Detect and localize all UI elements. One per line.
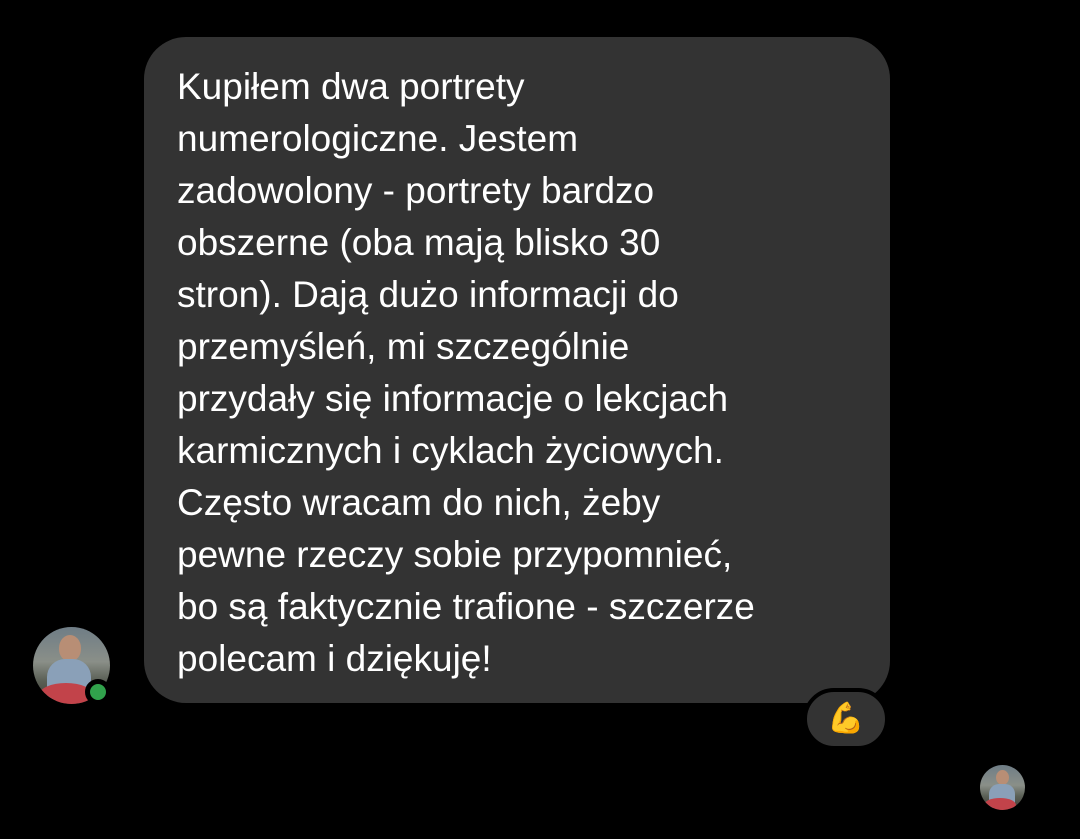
message-bubble[interactable]: Kupiłem dwa portrety numerologiczne. Jes… [144, 37, 890, 703]
online-status-indicator [85, 679, 111, 705]
message-text: Kupiłem dwa portrety numerologiczne. Jes… [177, 66, 755, 679]
flexed-biceps-icon: 💪 [827, 701, 865, 736]
seen-by-avatar [980, 765, 1025, 810]
reaction-badge[interactable]: 💪 [803, 688, 889, 750]
seen-avatar-lap-shape [984, 798, 1016, 810]
sender-avatar[interactable] [33, 627, 111, 705]
avatar-head-shape [59, 635, 81, 661]
seen-avatar-head-shape [996, 770, 1009, 785]
